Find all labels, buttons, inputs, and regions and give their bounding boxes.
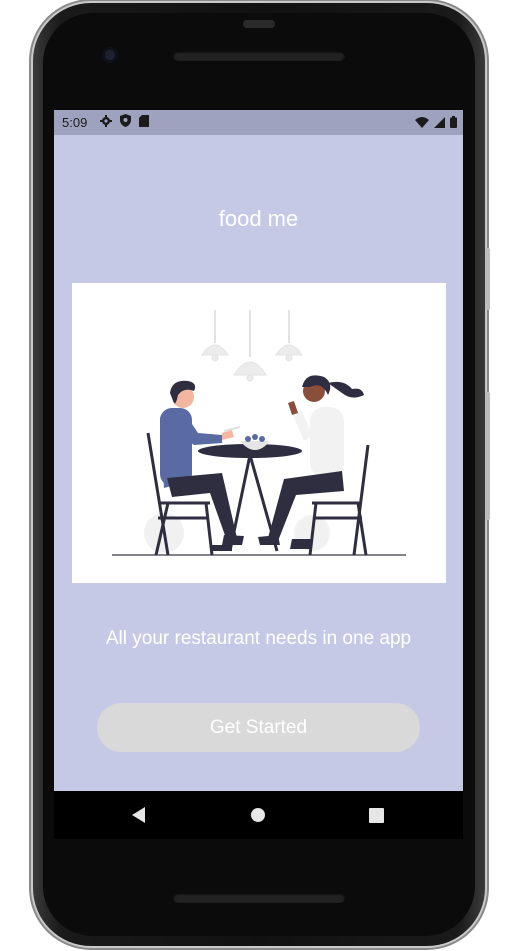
top-speaker-grille xyxy=(173,51,345,61)
bottom-speaker-grille xyxy=(173,893,345,903)
earpiece xyxy=(243,20,275,28)
power-button xyxy=(485,392,490,520)
app-title: food me xyxy=(218,206,299,231)
battery-icon xyxy=(450,115,457,133)
app-screen: 5:09 food me All your restaurant needs i… xyxy=(54,110,463,839)
tagline: All your restaurant needs in one app xyxy=(105,628,412,649)
front-camera xyxy=(102,47,118,63)
get-started-button[interactable]: Get Started xyxy=(97,703,420,752)
status-bar: 5:09 xyxy=(54,110,463,135)
back-icon[interactable] xyxy=(109,791,169,839)
gear-icon xyxy=(100,114,112,132)
navigation-bar xyxy=(54,791,463,839)
status-time: 5:09 xyxy=(62,115,88,130)
status-icons-right xyxy=(415,115,457,133)
recents-icon[interactable] xyxy=(346,791,406,839)
sd-card-icon xyxy=(139,114,149,132)
home-icon[interactable] xyxy=(228,791,288,839)
volume-button xyxy=(485,248,490,310)
signal-icon xyxy=(434,115,445,133)
status-icons-left xyxy=(100,114,149,132)
shield-icon xyxy=(120,114,131,132)
couple-dining-illustration xyxy=(72,283,446,583)
wifi-icon xyxy=(415,115,429,133)
